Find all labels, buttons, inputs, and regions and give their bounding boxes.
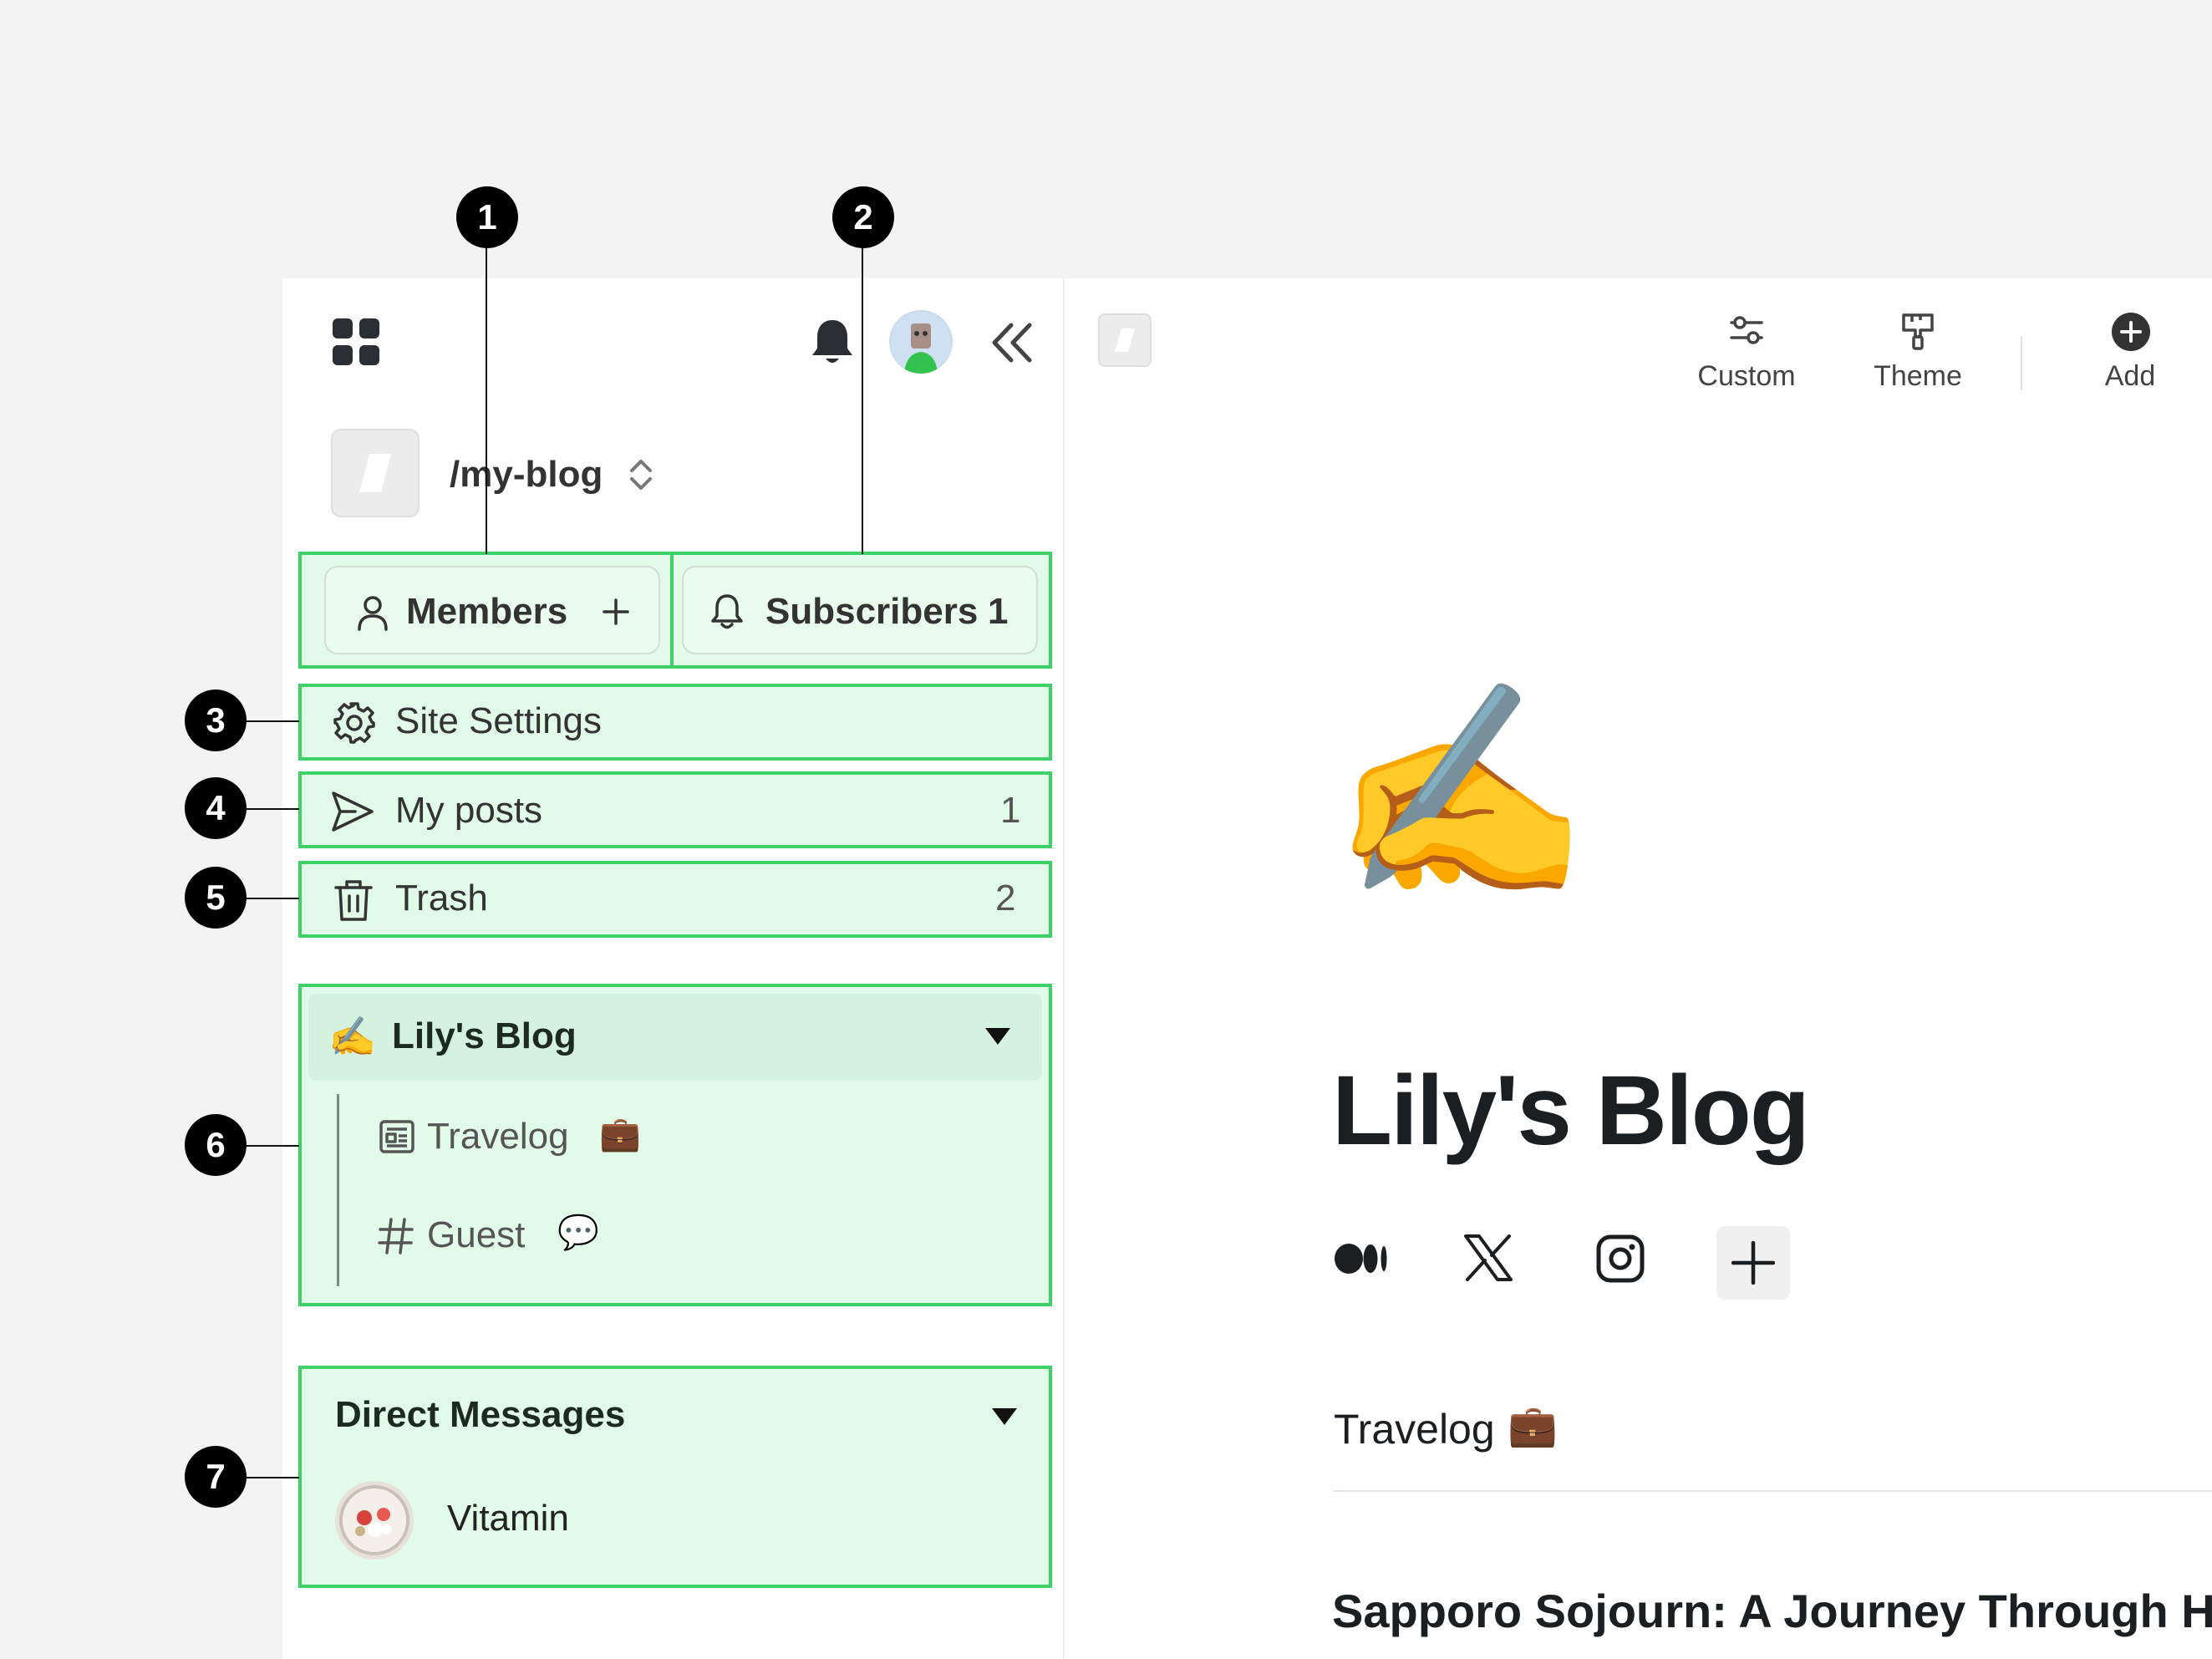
instagram-icon[interactable]	[1596, 1234, 1645, 1283]
apps-grid-icon[interactable]	[333, 318, 379, 365]
blog-title: Lily's Blog	[1332, 1056, 1810, 1166]
blog-section: ✍️ Lily's Blog Travelog 💼 Guest 💬	[298, 984, 1052, 1306]
caret-down-icon[interactable]	[984, 1025, 1012, 1047]
main-content: Custom Theme Add ✍️ Lily's Blog Travelog…	[1065, 278, 2212, 1659]
my-posts-item[interactable]: My posts 1	[298, 771, 1052, 848]
subscribers-label: Subscribers	[765, 591, 979, 632]
collapse-sidebar-icon[interactable]	[989, 322, 1035, 364]
callout-marker-7: 7	[185, 1446, 247, 1508]
caret-down-icon[interactable]	[990, 1406, 1019, 1427]
channel-emoji: 💼	[599, 1116, 641, 1153]
trash-label: Trash	[395, 878, 488, 919]
blog-path[interactable]: /my-blog	[450, 454, 603, 496]
dm-section-title[interactable]: Direct Messages	[335, 1394, 625, 1436]
callout-leader-line	[244, 808, 299, 810]
medium-icon[interactable]	[1334, 1239, 1389, 1278]
x-icon[interactable]	[1464, 1234, 1513, 1281]
callout-leader-line	[862, 219, 863, 554]
add-button[interactable]: Add	[2084, 312, 2176, 412]
section-emoji: 💼	[1508, 1404, 1558, 1448]
subscribers-count: 1	[988, 591, 1009, 632]
sliders-icon	[1728, 312, 1765, 349]
add-social-button[interactable]	[1716, 1226, 1790, 1300]
callout-leader-line	[244, 898, 299, 899]
theme-button[interactable]: Theme	[1864, 312, 1972, 412]
add-member-icon[interactable]	[602, 598, 630, 626]
channel-item-guest[interactable]: Guest 💬	[302, 1194, 1049, 1278]
channel-label: Travelog	[427, 1116, 569, 1157]
callout-leader-line	[244, 1477, 299, 1478]
site-settings-label: Site Settings	[395, 700, 603, 741]
callout-leader-line	[486, 219, 487, 554]
members-label: Members	[406, 591, 568, 632]
callout-marker-6: 6	[185, 1114, 247, 1176]
sidebar: /my-blog Members Subscribers 1 Site Sett…	[282, 278, 1065, 1659]
custom-button[interactable]: Custom	[1688, 312, 1805, 412]
send-icon	[330, 790, 375, 833]
members-button[interactable]: Members	[324, 566, 660, 654]
person-icon	[356, 594, 389, 631]
callout-leader-line	[244, 720, 299, 722]
dm-contact-item[interactable]: Vitamin	[302, 1469, 1049, 1570]
plus-icon	[1731, 1241, 1775, 1285]
trash-icon	[333, 878, 374, 923]
gear-icon	[332, 700, 377, 746]
blog-section-header[interactable]: ✍️ Lily's Blog	[308, 994, 1042, 1081]
custom-label: Custom	[1697, 360, 1796, 392]
blog-logo[interactable]	[331, 429, 420, 517]
page-logo[interactable]	[1098, 313, 1152, 367]
highlight-divider	[670, 552, 674, 669]
paint-roller-icon	[1900, 312, 1935, 352]
bell-outline-icon	[710, 593, 744, 631]
avatar[interactable]	[889, 310, 953, 374]
add-circle-icon	[2111, 312, 2151, 352]
subscribers-button[interactable]: Subscribers 1	[682, 566, 1038, 654]
blog-section-title: Lily's Blog	[392, 1015, 577, 1056]
callout-marker-5: 5	[185, 867, 247, 929]
my-posts-label: My posts	[395, 790, 543, 831]
post-title[interactable]: Sapporo Sojourn: A Journey Through H	[1332, 1584, 2212, 1638]
newspaper-icon	[379, 1119, 415, 1154]
theme-label: Theme	[1874, 360, 1962, 392]
section-title[interactable]: Travelog	[1334, 1405, 1495, 1453]
callout-marker-3: 3	[185, 690, 247, 751]
channel-label: Guest	[427, 1214, 526, 1255]
callout-marker-4: 4	[185, 777, 247, 839]
notification-bell-icon[interactable]	[809, 317, 856, 369]
callout-leader-line	[244, 1145, 299, 1147]
callout-marker-1: 1	[456, 186, 518, 248]
hero-emoji: ✍️	[1330, 675, 1591, 908]
channel-emoji: 💬	[557, 1214, 599, 1251]
site-settings-item[interactable]: Site Settings	[298, 684, 1052, 761]
switch-blog-chevron-icon[interactable]	[627, 455, 655, 494]
channel-item-travelog[interactable]: Travelog 💼	[302, 1096, 1049, 1179]
section-divider	[1334, 1490, 2212, 1492]
blog-section-emoji: ✍️	[328, 1015, 377, 1058]
trash-count: 2	[995, 878, 1016, 919]
add-label: Add	[2104, 360, 2156, 392]
toolbar-divider	[2021, 337, 2022, 390]
trash-item[interactable]: Trash 2	[298, 861, 1052, 938]
hash-icon	[377, 1216, 415, 1256]
contact-name: Vitamin	[447, 1498, 569, 1539]
my-posts-count: 1	[1000, 790, 1021, 831]
direct-messages-section: Direct Messages Vitamin	[298, 1366, 1052, 1588]
contact-avatar	[335, 1481, 414, 1560]
callout-marker-2: 2	[832, 186, 894, 248]
